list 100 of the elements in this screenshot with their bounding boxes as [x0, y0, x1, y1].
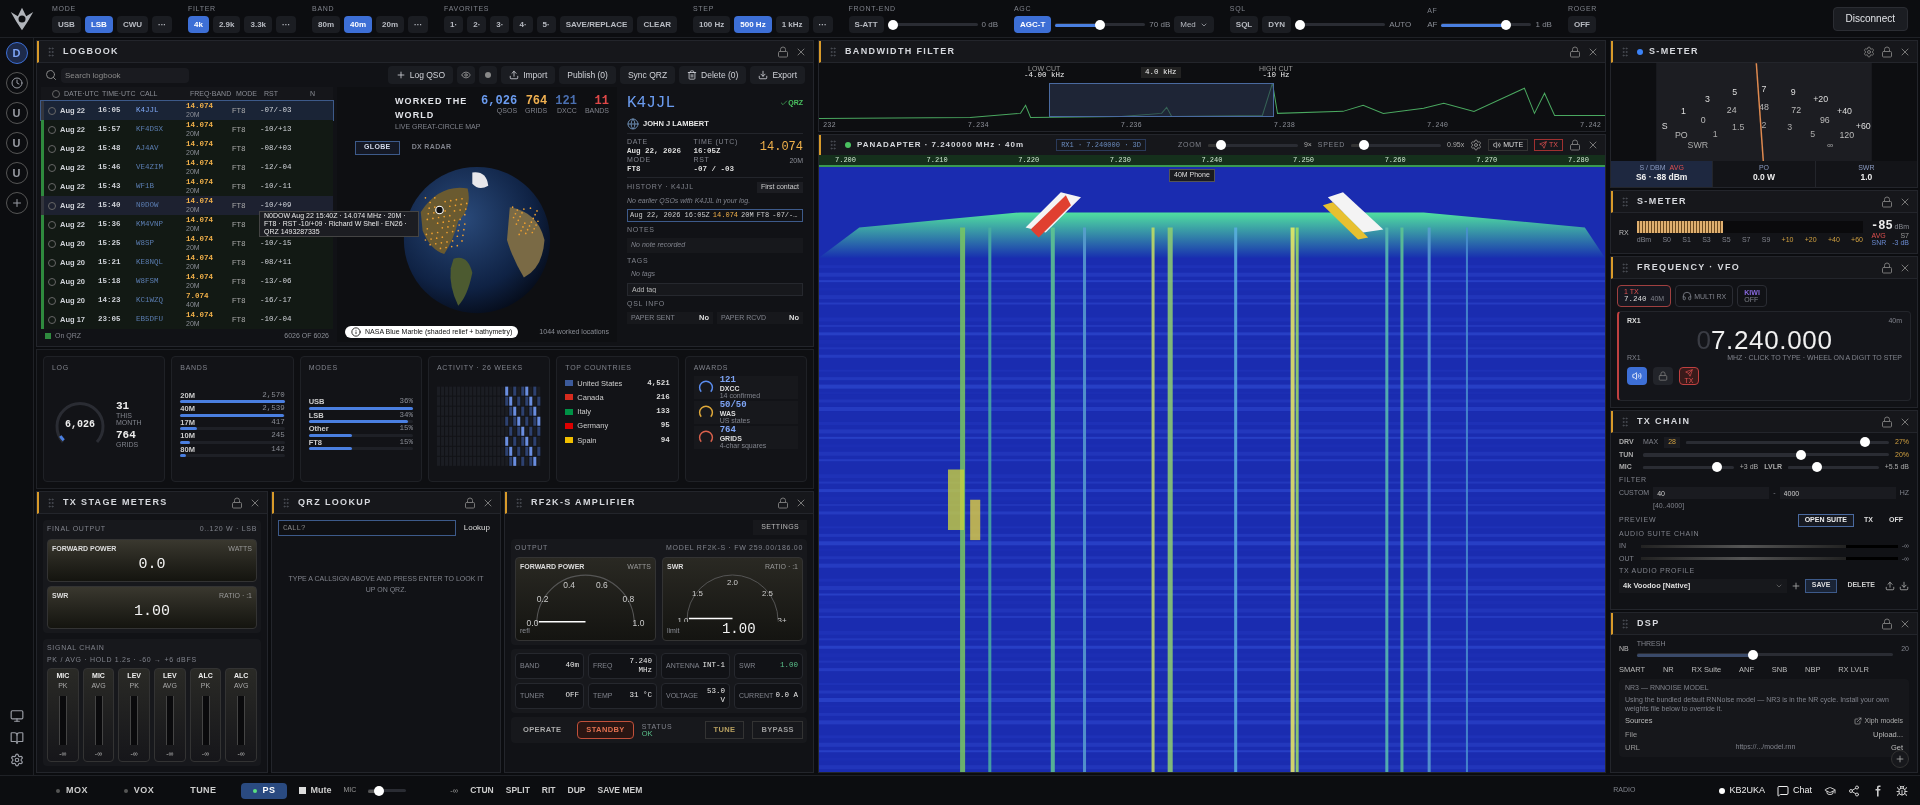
- drag-handle-icon[interactable]: [1619, 195, 1631, 208]
- settings-icon[interactable]: [1470, 139, 1483, 151]
- slider[interactable]: [1055, 19, 1146, 30]
- toolbar-button[interactable]: 1·: [444, 16, 464, 34]
- toolbar-button[interactable]: 4k: [188, 16, 209, 34]
- mute-toggle[interactable]: Mute: [299, 783, 332, 798]
- search-field[interactable]: Search logbook: [61, 67, 189, 83]
- lock-icon[interactable]: [231, 496, 243, 509]
- lock-icon[interactable]: [1881, 261, 1893, 274]
- slider[interactable]: [1441, 19, 1532, 30]
- toolbar-button[interactable]: USB: [52, 16, 81, 34]
- drag-handle-icon[interactable]: [827, 139, 839, 151]
- lock-icon[interactable]: [1881, 617, 1893, 630]
- toolbar-button[interactable]: 5·: [536, 16, 556, 34]
- toolbar-button[interactable]: CWU: [116, 16, 148, 34]
- toolbar-button[interactable]: ···: [152, 16, 172, 34]
- add-icon[interactable]: [1790, 580, 1801, 591]
- slider[interactable]: [368, 785, 407, 796]
- toolbar-button[interactable]: 20m: [376, 16, 405, 34]
- workspace-avatar[interactable]: D: [5, 42, 28, 64]
- slider[interactable]: [1351, 140, 1442, 150]
- transport-button[interactable]: MOX: [44, 782, 100, 799]
- slider[interactable]: [1685, 437, 1889, 448]
- disconnect-button[interactable]: Disconnect: [1832, 6, 1908, 31]
- select-field[interactable]: Med: [1174, 16, 1214, 34]
- lock-icon[interactable]: [1569, 45, 1581, 58]
- toolbar-button[interactable]: ···: [812, 16, 833, 34]
- drag-handle-icon[interactable]: [280, 496, 292, 509]
- frequency-display[interactable]: 7.240.000: [1710, 326, 1833, 353]
- toolbar-button[interactable]: AGC-T: [1014, 16, 1052, 34]
- toolbar-button[interactable]: 80m: [312, 16, 341, 34]
- toolbar-button[interactable]: Export: [750, 66, 805, 84]
- lock-icon[interactable]: [1881, 415, 1893, 428]
- toolbar-button[interactable]: Log QSO: [387, 66, 454, 84]
- toolbar-button[interactable]: 2·: [467, 16, 487, 34]
- close-icon[interactable]: [1587, 139, 1599, 151]
- chat-button[interactable]: Chat: [1777, 783, 1812, 798]
- slider[interactable]: [1643, 449, 1889, 460]
- drag-handle-icon[interactable]: [1619, 45, 1631, 58]
- bug-icon[interactable]: [1896, 784, 1908, 797]
- download-icon[interactable]: [1899, 580, 1909, 591]
- eye-icon[interactable]: [457, 66, 476, 84]
- toolbar-button[interactable]: LSB: [84, 16, 113, 34]
- radio-action-button[interactable]: SAVE MEM: [597, 784, 643, 797]
- lock-icon[interactable]: [1881, 45, 1893, 58]
- toolbar-button[interactable]: Delete (0): [679, 66, 747, 84]
- toolbar-button[interactable]: SAVE/REPLACE: [559, 16, 634, 34]
- slider[interactable]: [1636, 649, 1894, 660]
- toolbar-button[interactable]: 40m: [344, 16, 373, 34]
- book-icon[interactable]: [9, 731, 24, 745]
- slider[interactable]: [1295, 19, 1386, 30]
- drag-handle-icon[interactable]: [45, 45, 57, 58]
- toolbar-button[interactable]: 2.9k: [212, 16, 241, 34]
- drag-handle-icon[interactable]: [827, 45, 839, 58]
- toolbar-button[interactable]: ···: [276, 16, 297, 34]
- slider[interactable]: [1207, 140, 1298, 150]
- radio-action-button[interactable]: SPLIT: [505, 784, 530, 797]
- toolbar-button[interactable]: 3.3k: [244, 16, 273, 34]
- slider[interactable]: [887, 19, 978, 30]
- drag-handle-icon[interactable]: [513, 496, 525, 509]
- radio-action-button[interactable]: RIT: [541, 784, 556, 797]
- lock-icon[interactable]: [1569, 139, 1581, 151]
- toolbar-button[interactable]: SQL: [1229, 16, 1259, 34]
- transport-button[interactable]: TUNE: [178, 782, 229, 799]
- toolbar-button[interactable]: Import: [501, 66, 556, 84]
- toolbar-button[interactable]: 100 Hz: [692, 16, 731, 34]
- lookup-button[interactable]: Lookup: [459, 522, 494, 534]
- settings-icon[interactable]: [1863, 45, 1875, 58]
- toolbar-button[interactable]: 1 kHz: [775, 16, 809, 34]
- monitor-icon[interactable]: [9, 709, 24, 723]
- lock-icon[interactable]: [1881, 195, 1893, 208]
- toolbar-button[interactable]: ···: [408, 16, 429, 34]
- transport-button[interactable]: PS: [240, 782, 288, 799]
- upload-icon[interactable]: [1885, 580, 1895, 591]
- drag-handle-icon[interactable]: [45, 496, 57, 509]
- toolbar-button[interactable]: DYN: [1262, 16, 1292, 34]
- toolbar-button[interactable]: S-ATT: [848, 16, 884, 34]
- toolbar-button[interactable]: Sync QRZ: [619, 66, 676, 84]
- share-icon[interactable]: [1848, 784, 1860, 797]
- lock-icon[interactable]: [464, 496, 476, 509]
- toolbar-button[interactable]: 3·: [490, 16, 510, 34]
- slider[interactable]: [1787, 462, 1879, 473]
- radio-action-button[interactable]: DUP: [567, 784, 586, 797]
- toolbar-button[interactable]: 4·: [513, 16, 533, 34]
- slider[interactable]: [1643, 462, 1734, 473]
- toolbar-button[interactable]: OFF: [1567, 16, 1596, 34]
- toolbar-button[interactable]: Publish (0): [559, 66, 616, 84]
- toolbar-button[interactable]: CLEAR: [637, 16, 677, 34]
- graduation-cap-icon[interactable]: [1824, 784, 1836, 797]
- drag-handle-icon[interactable]: [1619, 261, 1631, 274]
- drag-handle-icon[interactable]: [1619, 617, 1631, 630]
- toolbar-button[interactable]: 500 Hz: [734, 16, 772, 34]
- speaker-button[interactable]: [1627, 367, 1647, 385]
- lock-icon[interactable]: [777, 45, 789, 58]
- lock-button[interactable]: [1653, 367, 1673, 385]
- radio-action-button[interactable]: CTUN: [470, 784, 494, 797]
- transport-button[interactable]: VOX: [111, 782, 167, 799]
- drag-handle-icon[interactable]: [1619, 415, 1631, 428]
- lock-icon[interactable]: [777, 496, 789, 509]
- settings-icon[interactable]: [9, 753, 24, 767]
